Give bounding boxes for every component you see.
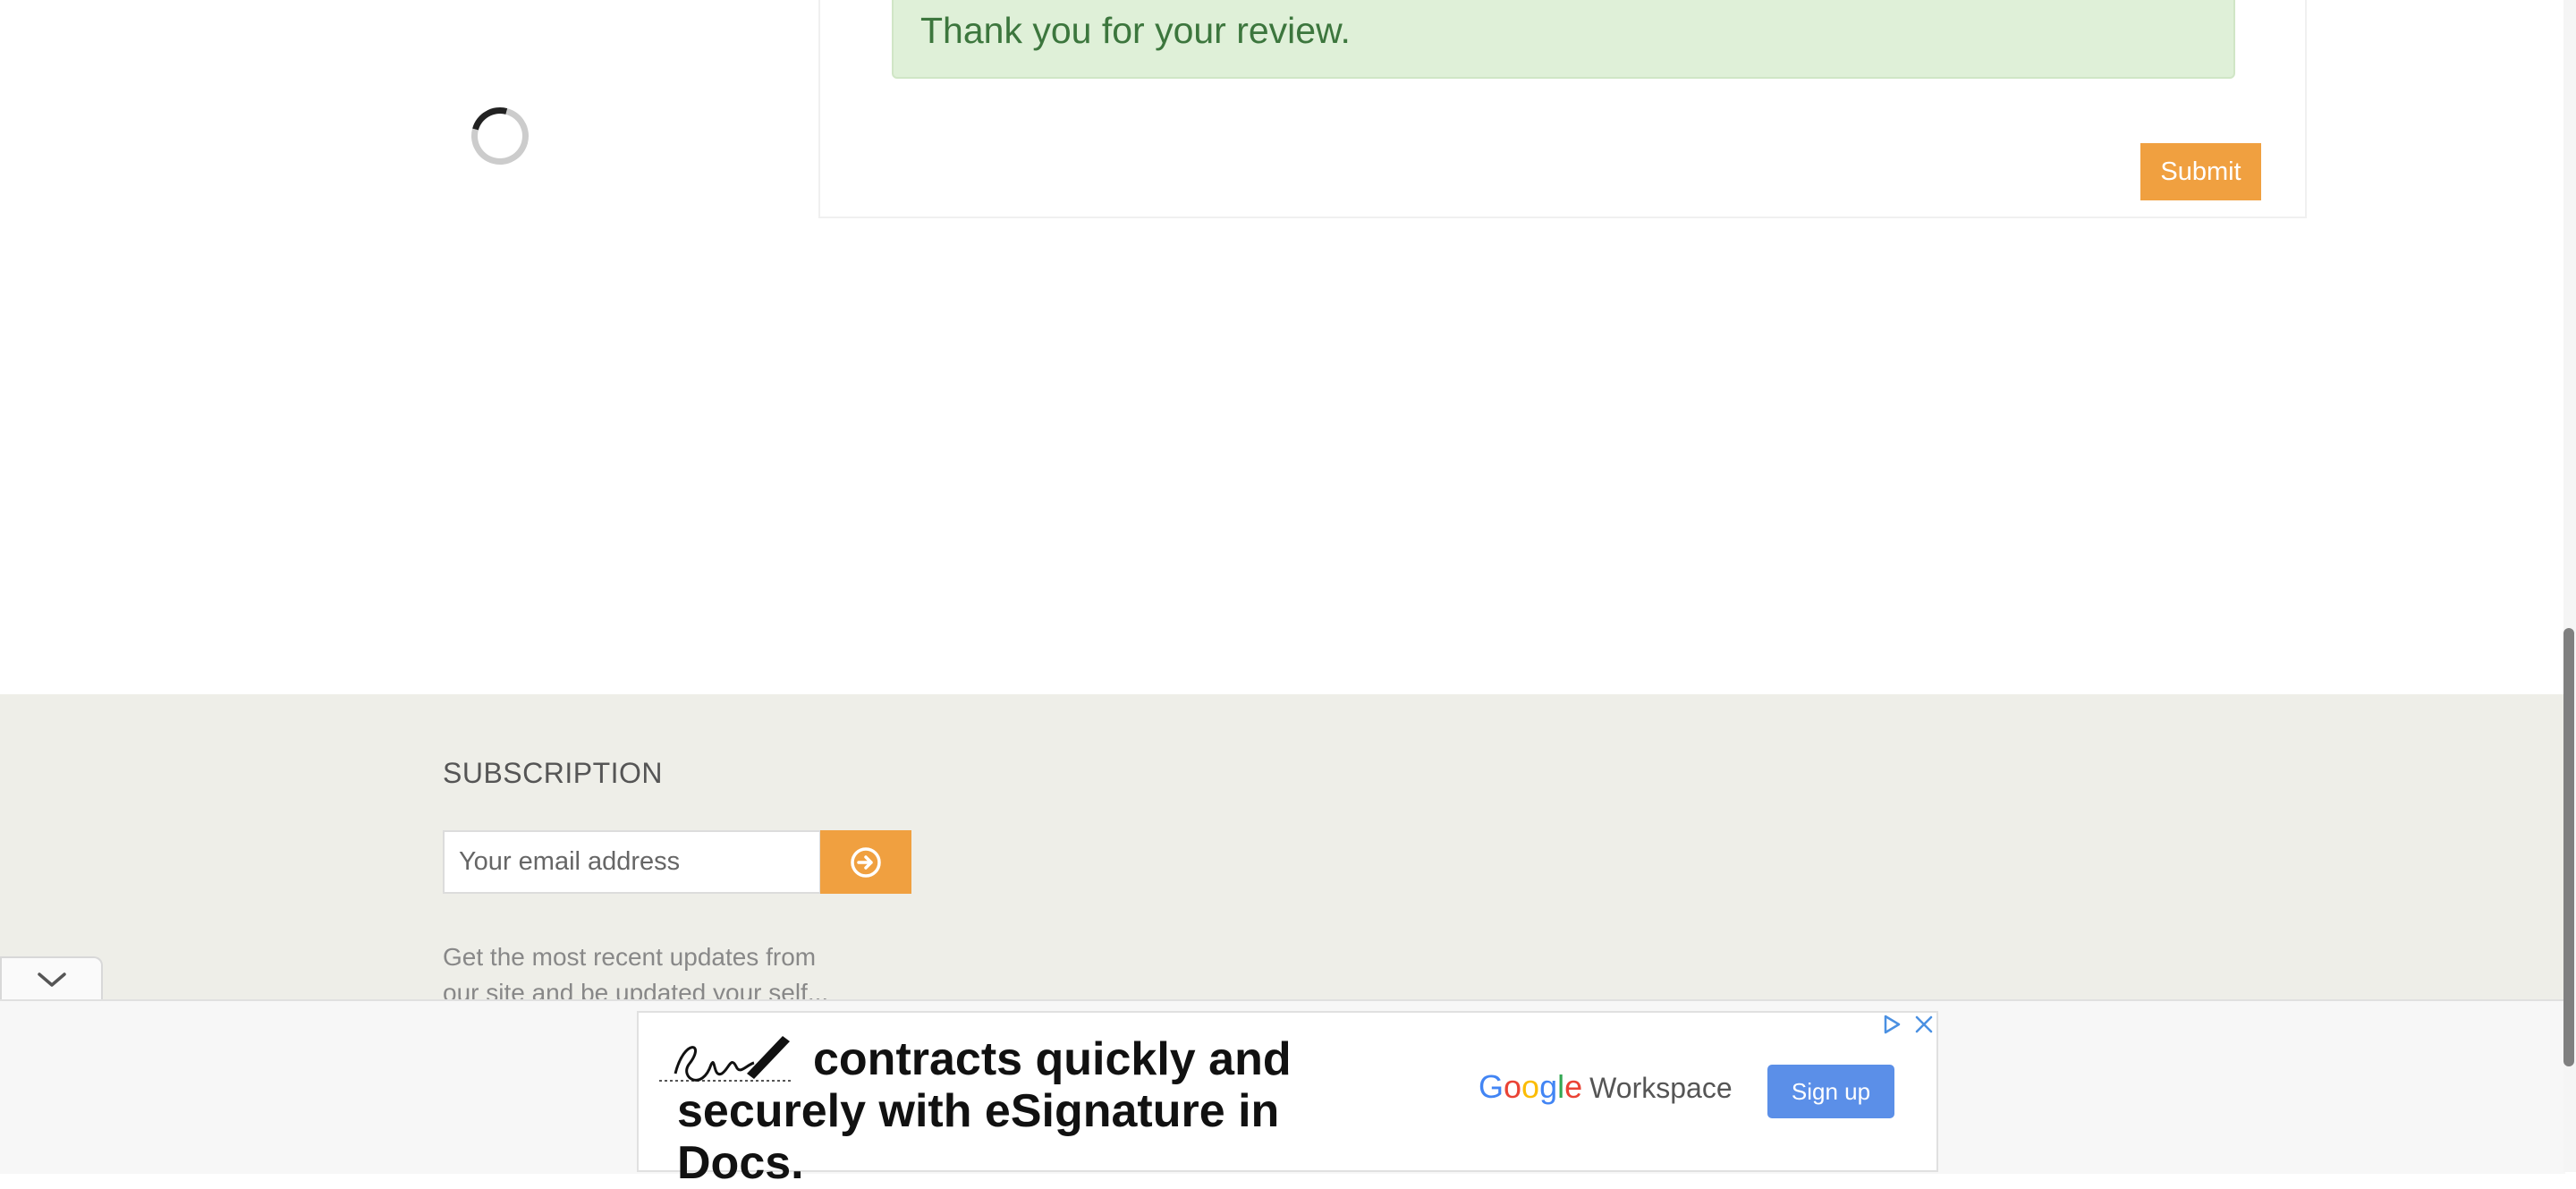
google-workspace-logo: Google Workspace — [1479, 1068, 1733, 1106]
collapse-ad-tab[interactable] — [0, 956, 103, 1001]
ad-headline-line2: securely with eSignature in Docs. — [677, 1085, 1280, 1189]
submit-button[interactable]: Submit — [2140, 143, 2261, 200]
adchoices-icon[interactable] — [1881, 1014, 1902, 1035]
arrow-circle-right-icon — [851, 846, 881, 878]
subscription-title: SUBSCRIPTION — [443, 757, 664, 789]
loading-spinner-icon — [461, 97, 539, 175]
chevron-down-icon — [37, 972, 66, 987]
ad-headline: contracts quickly and securely with eSig… — [677, 1033, 1411, 1189]
review-success-alert: Thank you for your review. — [892, 0, 2235, 79]
subscribe-button[interactable] — [820, 830, 911, 894]
email-field[interactable] — [443, 830, 821, 894]
scrollbar-thumb[interactable] — [2563, 628, 2574, 1066]
ad-headline-line1: contracts quickly and — [813, 1033, 1292, 1085]
workspace-label: Workspace — [1589, 1072, 1733, 1104]
google-wordmark: Google — [1479, 1068, 1583, 1105]
close-icon[interactable] — [1913, 1014, 1935, 1035]
sign-up-button[interactable]: Sign up — [1767, 1065, 1894, 1118]
